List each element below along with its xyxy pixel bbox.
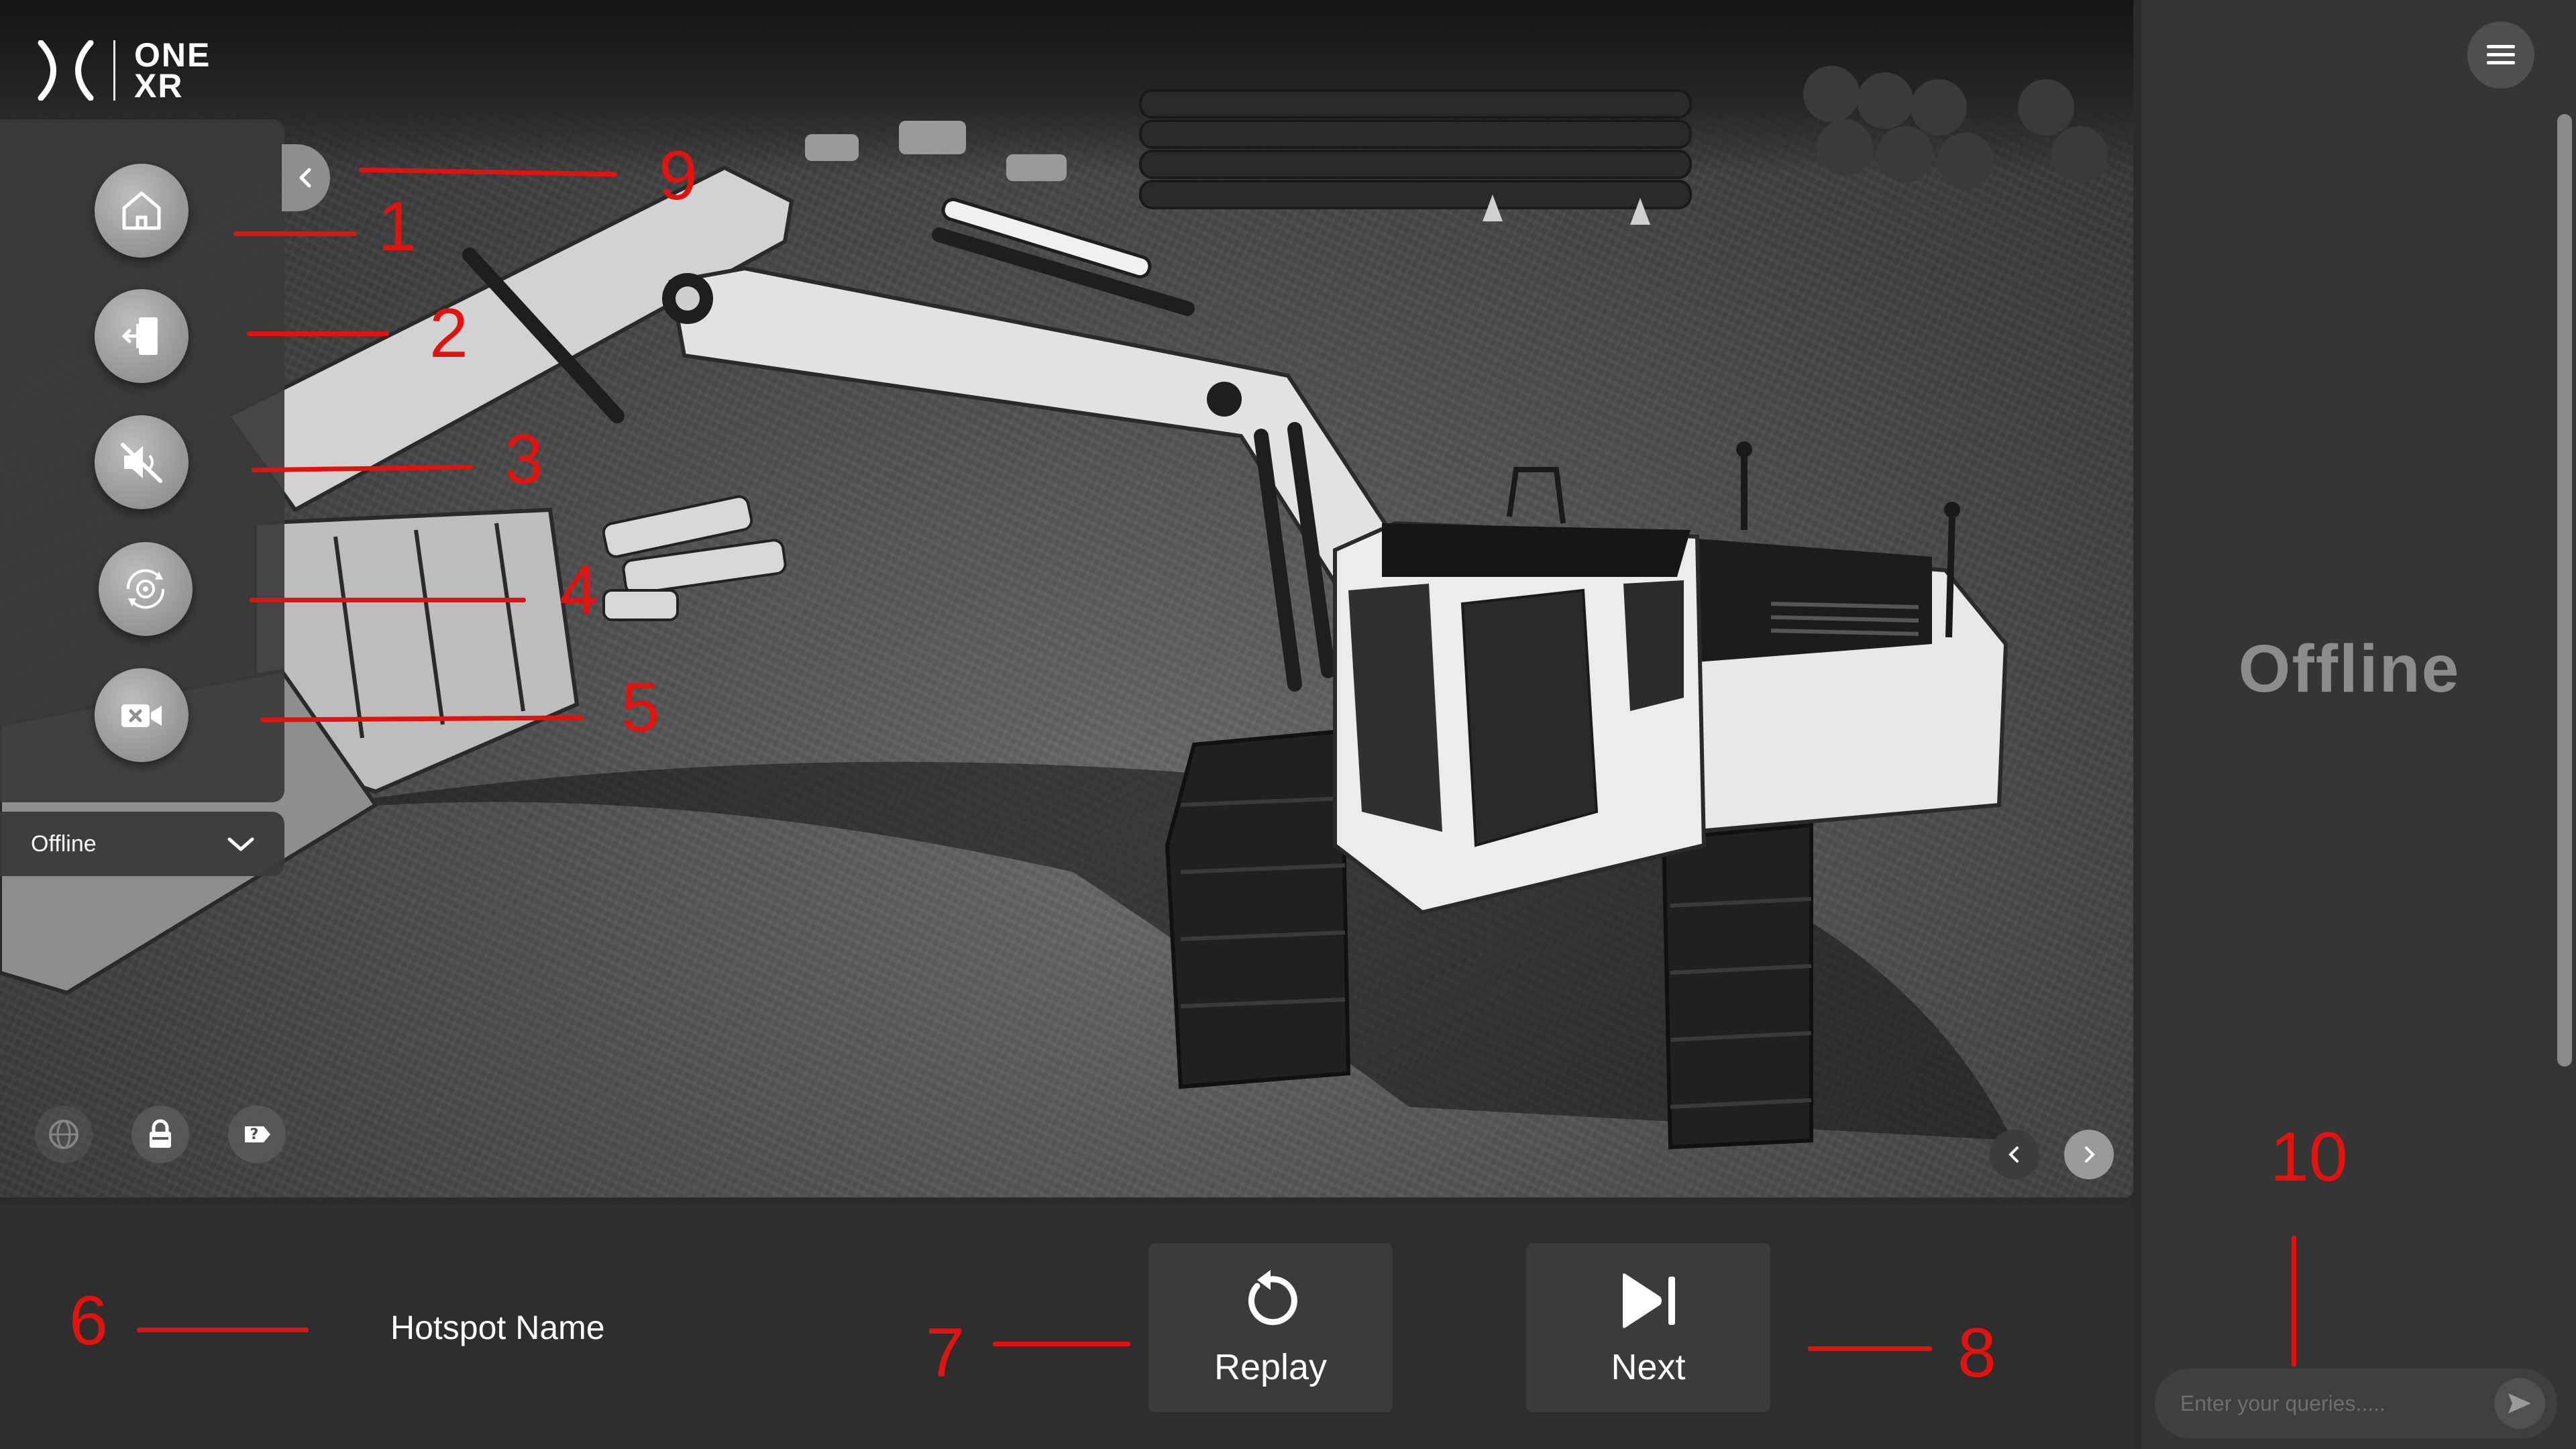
brand-line-two: XR bbox=[134, 67, 184, 105]
lock-button[interactable] bbox=[131, 1106, 189, 1163]
hotspot-name-label: Hotspot Name bbox=[390, 1309, 605, 1346]
reset-view-button[interactable] bbox=[99, 542, 193, 636]
home-icon bbox=[122, 191, 161, 230]
help-button[interactable]: ? bbox=[228, 1106, 286, 1163]
annotation-line-4 bbox=[250, 598, 526, 602]
replay-button[interactable]: Replay bbox=[1148, 1243, 1393, 1412]
lock-icon bbox=[150, 1119, 171, 1148]
chat-scrollbar[interactable] bbox=[2557, 114, 2572, 1067]
chevron-down-icon bbox=[227, 837, 254, 851]
scene-prev-button[interactable] bbox=[1990, 1130, 2039, 1179]
annotation-number-6: 6 bbox=[69, 1282, 108, 1360]
annotation-line-8 bbox=[1808, 1346, 1932, 1351]
skip-next-icon bbox=[1623, 1273, 1675, 1328]
annotation-line-10 bbox=[2292, 1236, 2296, 1366]
annotation-line-7 bbox=[993, 1342, 1130, 1346]
logo-separator bbox=[113, 40, 115, 101]
exit-door-icon bbox=[121, 317, 158, 355]
annotation-number-1: 1 bbox=[378, 188, 417, 266]
scene-next-button[interactable] bbox=[2064, 1130, 2114, 1179]
chevron-left-icon bbox=[2008, 1146, 2019, 1163]
x-logo-icon bbox=[38, 40, 94, 101]
globe-icon bbox=[49, 1120, 78, 1149]
chat-status-text: Offline bbox=[2238, 631, 2461, 706]
video-off-button[interactable] bbox=[95, 668, 189, 762]
annotation-number-2: 2 bbox=[429, 294, 468, 372]
oneXR-logo: ONE XR bbox=[37, 37, 211, 104]
chat-query-input[interactable] bbox=[2179, 1390, 2494, 1417]
help-tag-icon: ? bbox=[245, 1126, 270, 1143]
chevron-left-icon bbox=[299, 168, 311, 188]
speaker-muted-icon bbox=[121, 443, 162, 483]
next-label: Next bbox=[1611, 1347, 1686, 1387]
annotation-number-7: 7 bbox=[926, 1314, 965, 1392]
menu-button[interactable] bbox=[2467, 21, 2534, 89]
mode-dropdown-value: Offline bbox=[31, 830, 97, 857]
exit-button[interactable] bbox=[95, 289, 189, 383]
mute-button[interactable] bbox=[95, 415, 189, 509]
replay-label: Replay bbox=[1214, 1347, 1328, 1387]
annotation-line-1 bbox=[233, 231, 357, 236]
replay-icon bbox=[1248, 1270, 1297, 1326]
chevron-right-icon bbox=[2085, 1146, 2095, 1163]
chat-input-container bbox=[2155, 1368, 2557, 1438]
brand-wordmark: ONE XR bbox=[134, 36, 211, 105]
annotation-number-3: 3 bbox=[504, 421, 543, 498]
send-icon bbox=[2508, 1393, 2531, 1413]
video-off-icon bbox=[121, 704, 162, 727]
send-button[interactable] bbox=[2494, 1378, 2545, 1429]
rotate-target-icon bbox=[126, 569, 165, 609]
annotation-number-5: 5 bbox=[621, 669, 660, 747]
annotation-line-6 bbox=[137, 1328, 309, 1332]
annotation-number-4: 4 bbox=[559, 551, 598, 629]
mode-dropdown[interactable]: Offline bbox=[0, 812, 284, 876]
annotation-number-9: 9 bbox=[659, 137, 698, 215]
bottom-bar bbox=[0, 1205, 2133, 1449]
annotation-line-2 bbox=[247, 331, 389, 336]
next-button[interactable]: Next bbox=[1526, 1243, 1770, 1412]
home-button[interactable] bbox=[95, 164, 189, 258]
svg-text:?: ? bbox=[250, 1126, 259, 1143]
annotation-number-10: 10 bbox=[2270, 1118, 2348, 1196]
chat-panel bbox=[2141, 0, 2576, 1449]
language-button[interactable] bbox=[35, 1106, 93, 1163]
brand-line-one: ONE bbox=[134, 36, 211, 74]
hamburger-menu-icon bbox=[2487, 45, 2515, 64]
annotation-number-8: 8 bbox=[1957, 1314, 1996, 1392]
